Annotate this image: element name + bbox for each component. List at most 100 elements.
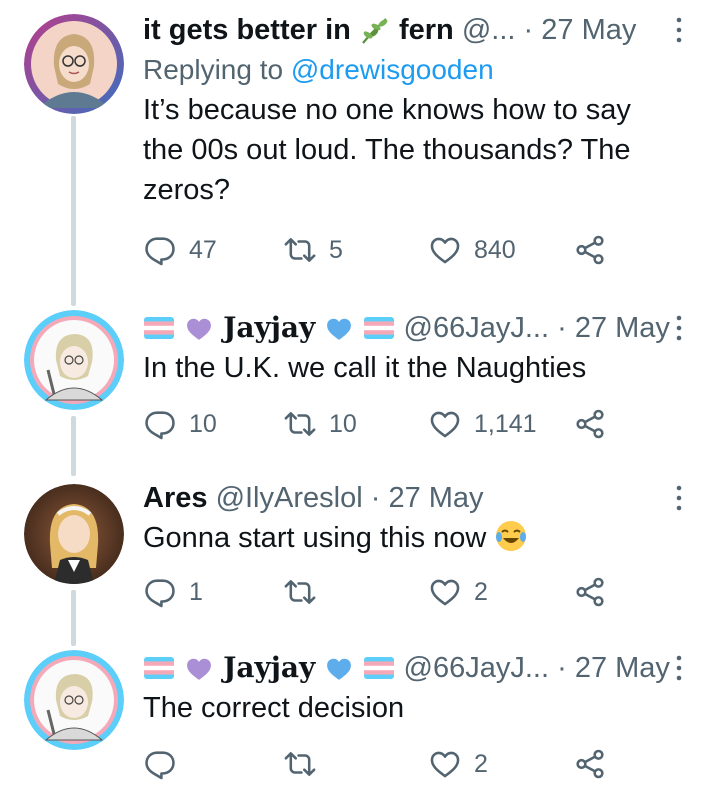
tweet-header: it gets better in fern @... · 27 May bbox=[143, 10, 686, 50]
like-count: 2 bbox=[474, 577, 488, 606]
reply-button[interactable] bbox=[143, 744, 189, 784]
tweet-actions: 1 2 bbox=[143, 572, 623, 612]
tweet-text-line: In the U.K. we call it the Naughties bbox=[143, 352, 587, 384]
retweet-button[interactable] bbox=[283, 572, 329, 612]
face-with-tears-of-joy-icon bbox=[494, 519, 528, 553]
user-handle[interactable]: @... bbox=[462, 14, 516, 46]
reply-thread: it gets better in fern @... · 27 May Rep… bbox=[0, 0, 716, 800]
tweet-actions: 10 10 1,141 bbox=[143, 404, 623, 444]
tweet-text: In the U.K. we call it the Naughties bbox=[143, 348, 686, 388]
avatar[interactable] bbox=[24, 650, 124, 750]
tweet[interactable]: Ares @IlyAreslol · 27 May Gonna start us… bbox=[0, 466, 716, 646]
reply-icon bbox=[143, 747, 177, 781]
tweet-text-line: Gonna start using this now bbox=[143, 522, 487, 554]
more-options-icon[interactable] bbox=[664, 652, 694, 684]
like-count: 840 bbox=[474, 235, 516, 264]
share-button[interactable] bbox=[573, 230, 607, 270]
tweet-date[interactable]: 27 May bbox=[541, 14, 636, 46]
retweet-icon bbox=[283, 407, 317, 441]
display-name[interactable]: Jayjay bbox=[223, 311, 315, 344]
retweet-icon bbox=[283, 575, 317, 609]
retweet-icon bbox=[283, 233, 317, 267]
tweet-actions: 2 bbox=[143, 744, 623, 784]
reply-icon bbox=[143, 407, 177, 441]
like-count: 1,141 bbox=[474, 409, 537, 438]
reply-button[interactable]: 1 bbox=[143, 572, 203, 612]
separator-dot: · bbox=[370, 482, 381, 514]
share-icon bbox=[573, 407, 607, 441]
like-icon bbox=[428, 233, 462, 267]
like-button[interactable]: 840 bbox=[428, 230, 516, 270]
replying-to-label: Replying to bbox=[143, 54, 284, 85]
like-icon bbox=[428, 407, 462, 441]
tweet[interactable]: Jayjay @66JayJ... · 27 May The correct d… bbox=[0, 636, 716, 800]
tweet-date[interactable]: 27 May bbox=[388, 482, 483, 514]
tweet[interactable]: Jayjay @66JayJ... · 27 May In the U.K. w… bbox=[0, 296, 716, 476]
retweet-button[interactable]: 5 bbox=[283, 230, 343, 270]
like-button[interactable]: 2 bbox=[428, 744, 488, 784]
tweet-actions: 47 5 840 bbox=[143, 230, 623, 270]
transgender-flag-icon bbox=[143, 313, 175, 343]
share-button[interactable] bbox=[573, 404, 607, 444]
transgender-flag-icon bbox=[363, 313, 395, 343]
tweet-text: Gonna start using this now bbox=[143, 518, 686, 558]
display-name[interactable]: Jayjay bbox=[223, 651, 315, 684]
like-button[interactable]: 1,141 bbox=[428, 404, 537, 444]
tweet-header: Jayjay @66JayJ... · 27 May bbox=[143, 648, 686, 688]
tweet-text-line: zeros? bbox=[143, 174, 231, 206]
share-icon bbox=[573, 233, 607, 267]
avatar[interactable] bbox=[24, 310, 124, 410]
transgender-flag-icon bbox=[143, 653, 175, 683]
separator-dot: · bbox=[557, 312, 567, 344]
retweet-count: 10 bbox=[329, 409, 357, 438]
display-name[interactable]: Ares bbox=[143, 482, 208, 514]
tweet-header: Jayjay @66JayJ... · 27 May bbox=[143, 308, 686, 348]
retweet-button[interactable] bbox=[283, 744, 329, 784]
tweet-text: It’s because no one knows how to say the… bbox=[143, 90, 686, 210]
reply-count: 47 bbox=[189, 235, 217, 264]
blue-heart-icon bbox=[323, 313, 355, 343]
reply-icon bbox=[143, 233, 177, 267]
retweet-icon bbox=[283, 747, 317, 781]
retweet-button[interactable]: 10 bbox=[283, 404, 357, 444]
replying-to: Replying to @drewisgooden bbox=[143, 50, 686, 90]
tweet[interactable]: it gets better in fern @... · 27 May Rep… bbox=[0, 0, 716, 306]
share-icon bbox=[573, 575, 607, 609]
avatar[interactable] bbox=[24, 484, 124, 584]
separator-dot: · bbox=[523, 14, 534, 46]
reply-count: 10 bbox=[189, 409, 217, 438]
tweet-text-line: the 00s out loud. The thousands? The bbox=[143, 134, 631, 166]
more-options-icon[interactable] bbox=[664, 482, 694, 514]
tweet-text-line: It’s because no one knows how to say bbox=[143, 94, 631, 126]
replying-to-handle[interactable]: @drewisgooden bbox=[291, 54, 494, 85]
display-name[interactable]: it gets better in bbox=[143, 14, 351, 46]
thread-line bbox=[71, 116, 76, 306]
reply-button[interactable]: 47 bbox=[143, 230, 217, 270]
display-name-suffix[interactable]: fern bbox=[399, 14, 454, 46]
reply-icon bbox=[143, 575, 177, 609]
avatar[interactable] bbox=[24, 14, 124, 114]
like-icon bbox=[428, 575, 462, 609]
reply-button[interactable]: 10 bbox=[143, 404, 217, 444]
like-count: 2 bbox=[474, 749, 488, 778]
blue-heart-icon bbox=[323, 653, 355, 683]
like-button[interactable]: 2 bbox=[428, 572, 488, 612]
tweet-date[interactable]: 27 May bbox=[575, 652, 670, 684]
share-button[interactable] bbox=[573, 572, 607, 612]
user-handle[interactable]: @IlyAreslol bbox=[216, 482, 363, 514]
transgender-flag-icon bbox=[363, 653, 395, 683]
retweet-count: 5 bbox=[329, 235, 343, 264]
tweet-date[interactable]: 27 May bbox=[575, 312, 670, 344]
share-icon bbox=[573, 747, 607, 781]
reply-count: 1 bbox=[189, 577, 203, 606]
purple-heart-icon bbox=[183, 653, 215, 683]
tweet-text: The correct decision bbox=[143, 688, 686, 728]
tweet-header: Ares @IlyAreslol · 27 May bbox=[143, 478, 686, 518]
separator-dot: · bbox=[557, 652, 567, 684]
user-handle[interactable]: @66JayJ... bbox=[404, 312, 550, 344]
user-handle[interactable]: @66JayJ... bbox=[404, 652, 550, 684]
more-options-icon[interactable] bbox=[664, 312, 694, 344]
like-icon bbox=[428, 747, 462, 781]
share-button[interactable] bbox=[573, 744, 607, 784]
more-options-icon[interactable] bbox=[664, 14, 694, 46]
